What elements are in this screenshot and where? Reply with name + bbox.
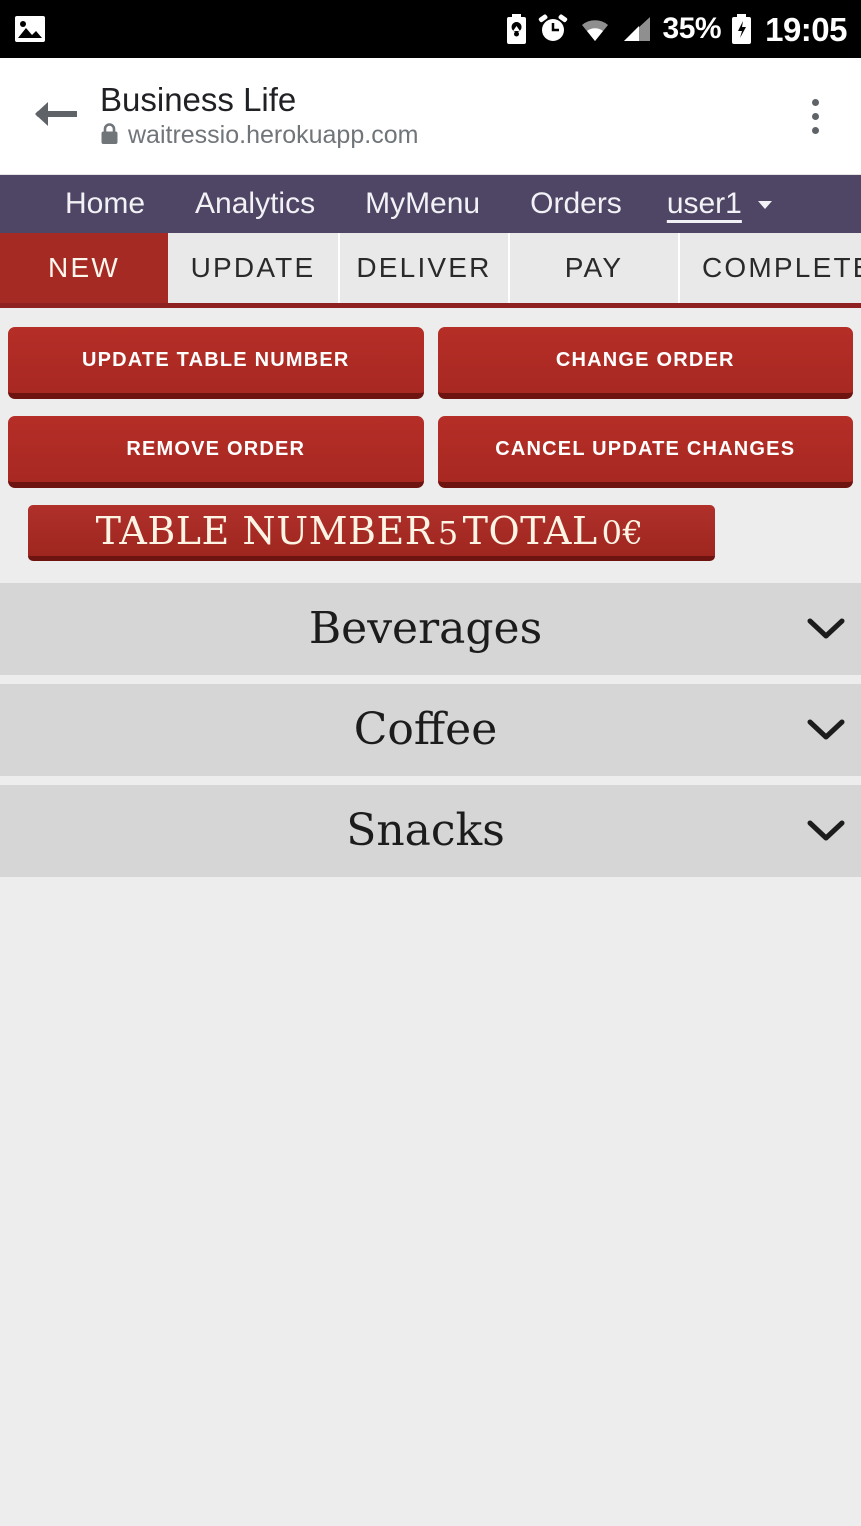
back-button[interactable] — [28, 90, 80, 142]
overflow-menu-icon — [811, 98, 819, 106]
page-content: UPDATE TABLE NUMBER CHANGE ORDER REMOVE … — [0, 308, 861, 1521]
banner-total-value: 0€ — [601, 513, 644, 552]
nav-item-home[interactable]: Home — [40, 189, 170, 219]
tab-update[interactable]: UPDATE — [168, 233, 340, 303]
accordion-section-snacks[interactable]: Snacks — [0, 785, 861, 877]
cancel-update-changes-button[interactable]: CANCEL UPDATE CHANGES — [437, 416, 853, 488]
order-status-tabs: NEW UPDATE DELIVER PAY COMPLETED — [0, 233, 861, 308]
empty-page-area — [0, 877, 861, 1521]
change-order-button[interactable]: CHANGE ORDER — [437, 327, 853, 399]
order-summary-wrap: TABLE NUMBER 5 TOTAL 0€ — [0, 488, 861, 561]
overflow-menu-button[interactable] — [791, 84, 839, 148]
tab-completed[interactable]: COMPLETED — [680, 233, 861, 303]
nav-item-mymenu[interactable]: MyMenu — [340, 189, 505, 219]
update-table-number-button[interactable]: UPDATE TABLE NUMBER — [8, 327, 424, 399]
url-label: waitressio.herokuapp.com — [128, 120, 419, 149]
lock-icon — [100, 122, 119, 150]
image-icon — [14, 15, 46, 43]
url-row[interactable]: waitressio.herokuapp.com — [100, 120, 791, 150]
banner-middle-label: TOTAL — [462, 508, 598, 553]
status-bar-left — [14, 15, 46, 43]
chevron-down-icon[interactable] — [791, 718, 861, 742]
nav-item-orders[interactable]: Orders — [505, 189, 647, 219]
user-label: user1 — [666, 187, 742, 220]
chevron-down-icon[interactable] — [791, 819, 861, 843]
android-status-bar: 35% 19:05 — [0, 0, 861, 58]
caret-down-icon[interactable] — [757, 201, 772, 209]
battery-saver-icon — [506, 14, 527, 44]
order-action-buttons: UPDATE TABLE NUMBER CHANGE ORDER REMOVE … — [0, 308, 861, 488]
wifi-icon — [579, 15, 611, 43]
overflow-menu-icon — [811, 126, 819, 134]
menu-accordion: Beverages Coffee Snacks — [0, 583, 861, 877]
accordion-title: Beverages — [308, 603, 543, 654]
table-total-banner[interactable]: TABLE NUMBER 5 TOTAL 0€ — [28, 505, 715, 561]
browser-title-block: Business Life waitressio.herokuapp.com — [100, 82, 791, 149]
banner-prefix-label: TABLE NUMBER — [95, 508, 434, 553]
browser-toolbar: Business Life waitressio.herokuapp.com — [0, 58, 861, 175]
tab-new[interactable]: NEW — [0, 233, 168, 303]
overflow-menu-icon — [811, 112, 819, 120]
signal-icon — [622, 15, 652, 43]
accordion-title: Snacks — [346, 805, 505, 856]
accordion-section-coffee[interactable]: Coffee — [0, 684, 861, 776]
banner-table-number: 5 — [437, 513, 459, 552]
site-navbar: Home Analytics MyMenu Orders user1 — [0, 175, 861, 233]
status-bar-right: 35% 19:05 — [506, 13, 847, 46]
tab-deliver[interactable]: DELIVER — [340, 233, 510, 303]
nav-item-user-dropdown[interactable]: user1 — [647, 189, 750, 219]
alarm-icon — [538, 14, 568, 44]
page-title: Business Life — [100, 81, 297, 119]
tab-pay[interactable]: PAY — [510, 233, 680, 303]
nav-item-analytics[interactable]: Analytics — [170, 189, 340, 219]
accordion-title: Coffee — [353, 704, 498, 755]
clock-label: 19:05 — [765, 10, 847, 48]
accordion-section-beverages[interactable]: Beverages — [0, 583, 861, 675]
battery-charging-icon — [732, 14, 752, 44]
battery-percent-label: 35% — [662, 12, 722, 45]
back-arrow-icon — [31, 95, 79, 138]
remove-order-button[interactable]: REMOVE ORDER — [8, 416, 424, 488]
chevron-down-icon[interactable] — [791, 617, 861, 641]
